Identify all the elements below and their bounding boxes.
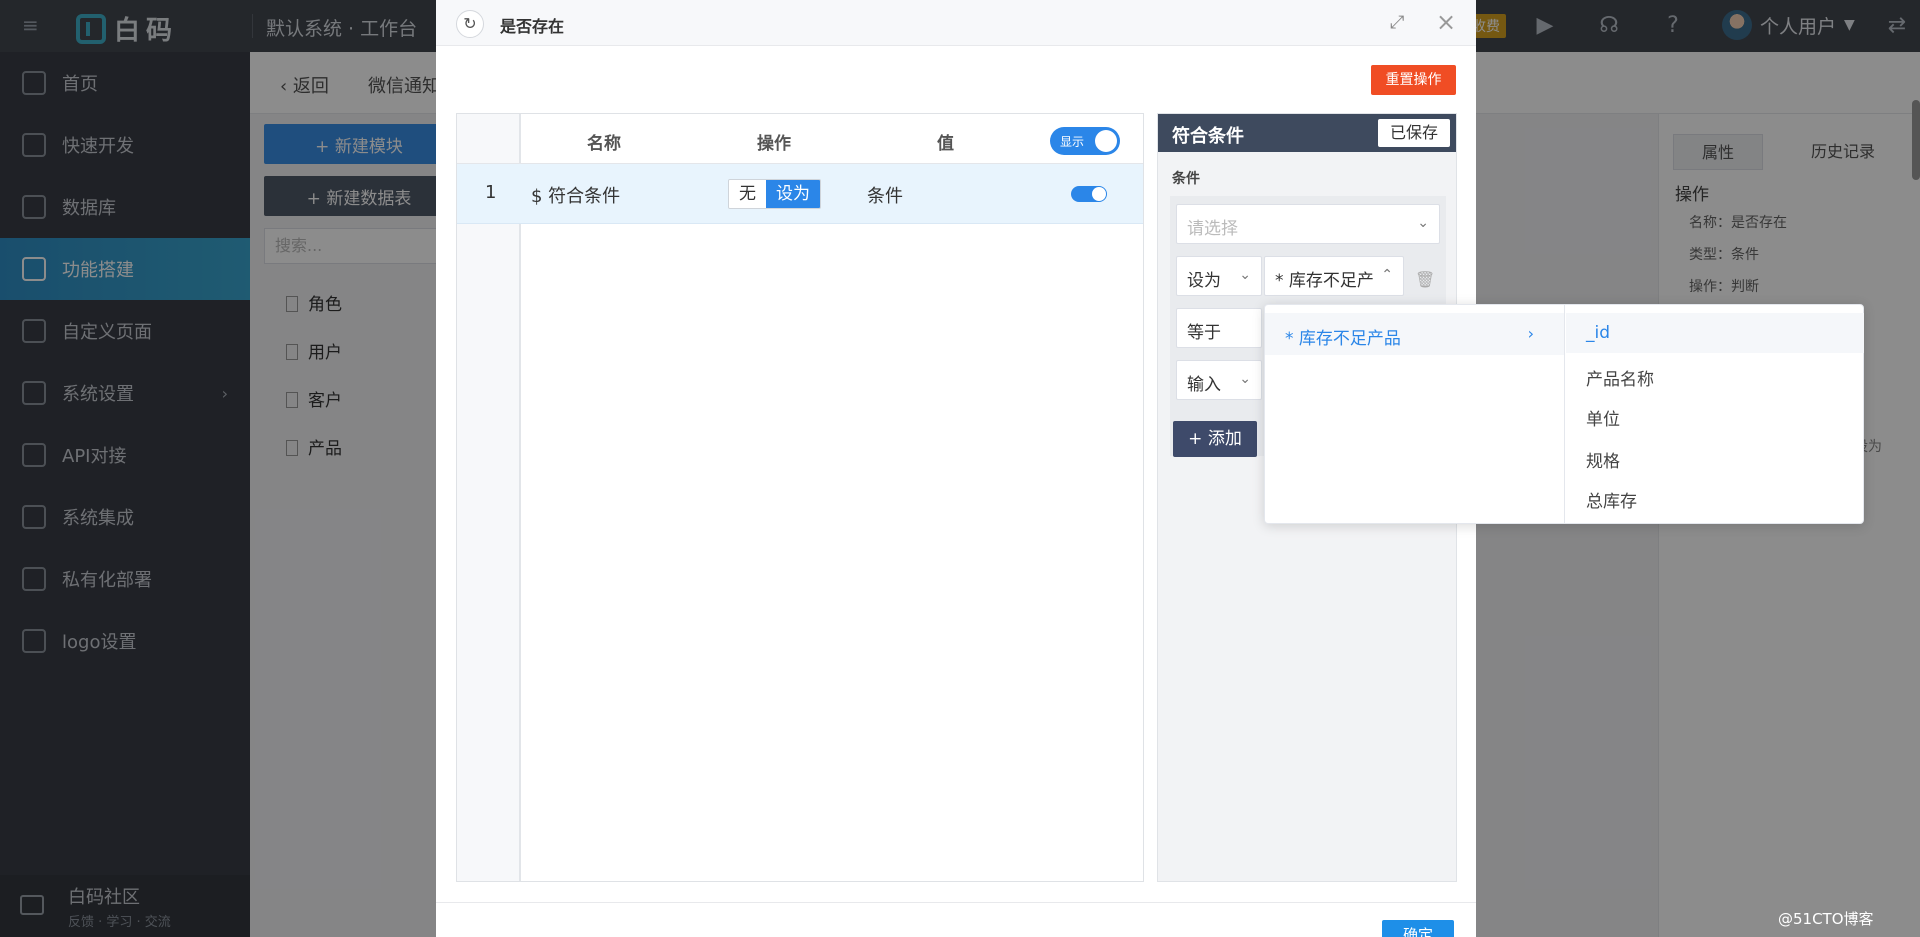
chevron-down-icon: ⌄	[1239, 371, 1251, 387]
trash-icon[interactable]: 🗑	[1415, 270, 1435, 289]
cascade-dropdown: * 库存不足产品 › _id 产品名称 单位 规格 总库存	[1264, 304, 1864, 524]
row2-operator-value: 等于	[1187, 323, 1221, 343]
toggle-knob	[1095, 130, 1117, 152]
cascade-option-label: 单位	[1586, 410, 1620, 430]
row2-operator-select[interactable]: 等于	[1176, 308, 1262, 348]
operation-table: 名称 操作 值 显示 1 $ 符合条件 无 设为 条件	[456, 113, 1144, 882]
cascade-option-label: 总库存	[1586, 492, 1637, 512]
chevron-down-icon: ⌄	[1417, 215, 1429, 231]
cascade-option-low-stock-products[interactable]: * 库存不足产品 ›	[1265, 313, 1564, 355]
cascade-option-id[interactable]: _id	[1566, 313, 1864, 353]
chevron-right-icon: ›	[1527, 324, 1534, 343]
row1-value-text: * 库存不足产	[1275, 271, 1374, 291]
cascade-option-product-name[interactable]: 产品名称	[1566, 355, 1864, 395]
column-header-value: 值	[937, 134, 954, 154]
operation-segmented-control: 无 设为	[728, 179, 821, 209]
modal-header: ↻ 是否存在 ⤢ ×	[436, 0, 1476, 46]
cascade-level1: * 库存不足产品 ›	[1265, 305, 1565, 523]
cascade-option-label: 产品名称	[1586, 370, 1654, 390]
row1-operator-select[interactable]: 设为 ⌄	[1176, 256, 1262, 296]
condition-select[interactable]: 请选择 ⌄	[1176, 204, 1440, 244]
condition-select-placeholder: 请选择	[1187, 219, 1238, 239]
show-toggle-label: 显示	[1060, 135, 1085, 149]
row3-operator-select[interactable]: 输入 ⌄	[1176, 360, 1262, 400]
cascade-option-spec[interactable]: 规格	[1566, 437, 1864, 477]
segment-none[interactable]: 无	[729, 180, 766, 208]
watermark: @51CTO博客	[1778, 910, 1874, 928]
chevron-up-icon: ⌃	[1381, 267, 1393, 283]
confirm-button[interactable]: 确定	[1382, 920, 1454, 937]
close-icon[interactable]: ×	[1436, 8, 1456, 36]
cascade-option-label: _id	[1586, 323, 1611, 343]
row-name: $ 符合条件	[531, 186, 621, 207]
row3-operator-value: 输入	[1187, 375, 1221, 395]
refresh-icon[interactable]: ↻	[456, 10, 484, 38]
row-value: 条件	[867, 186, 903, 207]
chevron-down-icon: ⌄	[1239, 267, 1251, 283]
modal-title: 是否存在	[500, 17, 565, 36]
row1-operator-value: 设为	[1187, 271, 1221, 291]
row-toggle[interactable]	[1071, 186, 1107, 202]
show-toggle[interactable]: 显示	[1050, 127, 1120, 155]
saved-button[interactable]: 已保存	[1378, 119, 1450, 147]
modal-footer-divider	[436, 902, 1476, 903]
row-index: 1	[485, 182, 497, 203]
cascade-option-label: 规格	[1586, 452, 1620, 472]
maximize-icon[interactable]: ⤢	[1390, 12, 1404, 33]
table-row[interactable]: 1 $ 符合条件 无 设为 条件	[457, 164, 1143, 224]
row1-value-select[interactable]: * 库存不足产 ⌃	[1264, 256, 1404, 296]
condition-label: 条件	[1172, 171, 1200, 187]
cascade-option-total-stock[interactable]: 总库存	[1566, 477, 1864, 517]
condition-header: 符合条件 已保存	[1158, 114, 1456, 152]
column-header-operation: 操作	[757, 134, 791, 154]
cascade-option-unit[interactable]: 单位	[1566, 395, 1864, 435]
page-scrollbar[interactable]	[1912, 100, 1920, 180]
cascade-option-label: * 库存不足产品	[1285, 329, 1401, 349]
add-condition-button[interactable]: + 添加	[1173, 421, 1257, 457]
row-number-column	[457, 114, 521, 881]
table-header: 名称 操作 值 显示	[457, 114, 1143, 164]
condition-title: 符合条件	[1172, 126, 1244, 147]
column-header-name: 名称	[587, 134, 621, 154]
reset-operation-button[interactable]: 重置操作	[1371, 65, 1456, 95]
segment-set[interactable]: 设为	[766, 180, 820, 208]
toggle-knob	[1092, 187, 1106, 201]
